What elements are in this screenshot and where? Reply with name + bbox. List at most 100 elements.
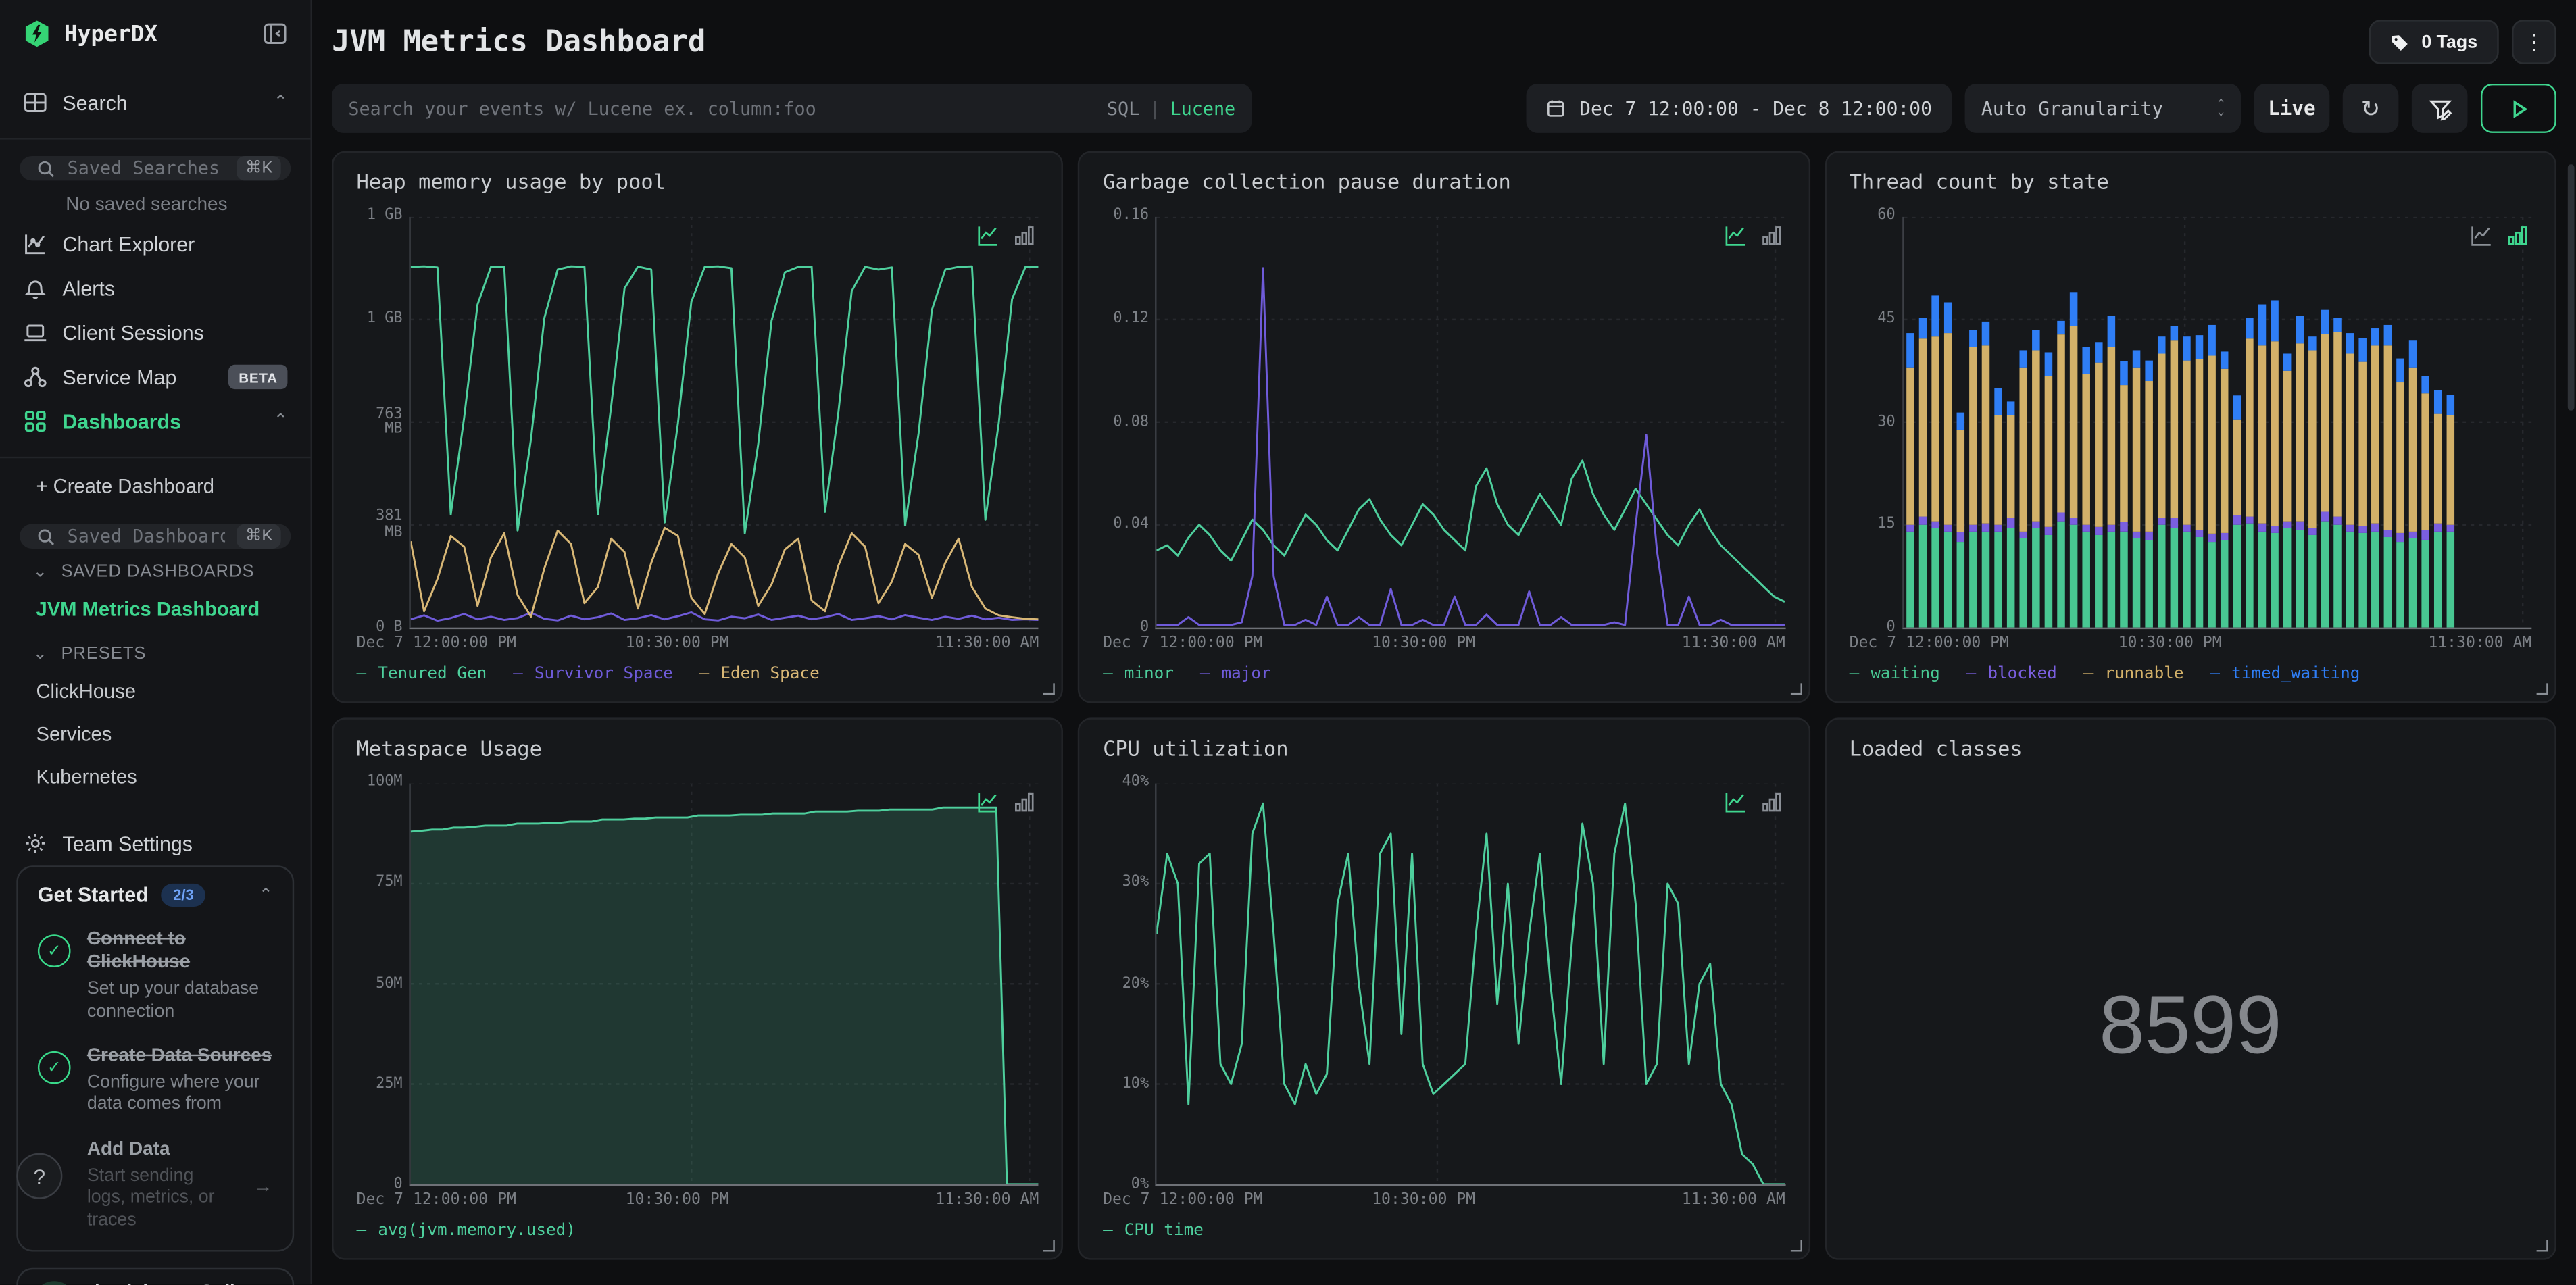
chevron-up-icon[interactable]: ⌃ (274, 94, 287, 112)
legend-label: CPU time (1124, 1221, 1204, 1240)
line-chart-icon[interactable] (978, 792, 999, 813)
sql-option[interactable]: SQL (1107, 98, 1139, 120)
bar-chart-icon[interactable] (1760, 225, 1782, 247)
chart-title: CPU utilization (1103, 736, 1289, 761)
resize-handle[interactable] (1043, 683, 1056, 695)
nav-label: Client Sessions (62, 321, 204, 345)
y-tick-label: 45 (1877, 310, 1896, 327)
legend-item[interactable]: — blocked (1966, 664, 2057, 682)
check-circle-icon: ✓ (37, 1051, 71, 1085)
sidebar-item-chart-explorer[interactable]: Chart Explorer (0, 222, 310, 266)
bar-chart-icon[interactable] (1760, 792, 1782, 813)
tags-label: 0 Tags (2421, 32, 2478, 52)
legend-item[interactable]: — Tenured Gen (357, 664, 487, 682)
y-tick-label: 0.12 (1113, 310, 1149, 327)
filter-icon (2427, 96, 2452, 120)
service-map-icon (23, 365, 47, 389)
line-chart-icon[interactable] (1725, 792, 1746, 813)
filter-edit-button[interactable] (2411, 83, 2468, 133)
chevron-up-icon[interactable]: ⌃ (274, 412, 287, 430)
get-started-step-add-data[interactable]: Add Data Start sending logs, metrics, or… (38, 1138, 273, 1233)
line-chart-icon[interactable] (1725, 225, 1746, 247)
lucene-option[interactable]: Lucene (1170, 98, 1236, 120)
bar-chart-icon[interactable] (1014, 792, 1036, 813)
x-tick-label: 11:30:00 AM (1681, 1190, 1785, 1209)
resize-handle[interactable] (1043, 1240, 1056, 1252)
line-chart-icon[interactable] (978, 225, 999, 247)
sidebar-item-jvm-dashboard[interactable]: JVM Metrics Dashboard (0, 588, 310, 630)
dashboards-icon (23, 409, 47, 433)
resize-handle[interactable] (1790, 1240, 1802, 1252)
legend-item[interactable]: — major (1200, 664, 1271, 682)
get-started-title: Get Started (37, 883, 149, 907)
y-tick-label: 1 GB (366, 310, 403, 327)
sidebar-item-kubernetes[interactable]: Kubernetes (0, 755, 310, 798)
saved-dashboards-input[interactable] (67, 525, 226, 547)
y-axis: 100M 75M 50M 25M 0 (357, 774, 410, 1193)
resize-handle[interactable] (2536, 683, 2548, 695)
sidebar-item-clickhouse[interactable]: ClickHouse (0, 670, 310, 713)
tags-button[interactable]: 0 Tags (2369, 20, 2499, 64)
get-started-step-connect[interactable]: ✓ Connect to ClickHouse Set up your data… (37, 928, 273, 1024)
chart-plot[interactable] (1155, 216, 1785, 630)
x-tick-label: Dec 7 12:00:00 PM (356, 634, 516, 653)
legend-item[interactable]: — avg(jvm.memory.used) (357, 1221, 576, 1240)
sidebar-item-client-sessions[interactable]: Client Sessions (0, 310, 310, 355)
sidebar-item-services[interactable]: Services (0, 713, 310, 755)
help-button[interactable]: ? (16, 1153, 63, 1199)
legend-item[interactable]: — Survivor Space (513, 664, 673, 682)
sidebar-item-service-map[interactable]: Service Map BETA (0, 355, 310, 399)
chevron-up-icon[interactable]: ⌃ (259, 886, 272, 905)
y-tick-label: 25M (376, 1076, 403, 1092)
create-dashboard-button[interactable]: + Create Dashboard (0, 458, 310, 507)
sidebar-section-search[interactable]: Search ⌃ (0, 80, 310, 125)
legend-item[interactable]: — timed_waiting (2210, 664, 2360, 682)
granularity-select[interactable]: Auto Granularity ⌃ ⌄ (1964, 83, 2241, 133)
bar-chart-icon[interactable] (2507, 225, 2529, 247)
query-language-toggle[interactable]: SQL | Lucene (1107, 98, 1235, 120)
resize-handle[interactable] (2536, 1240, 2548, 1252)
chart-title: Heap memory usage by pool (356, 169, 666, 194)
no-saved-searches-text: No saved searches (66, 195, 228, 216)
run-query-button[interactable] (2480, 83, 2556, 133)
group-label: SAVED DASHBOARDS (61, 561, 255, 582)
live-button[interactable]: Live (2254, 83, 2330, 133)
x-tick-label: Dec 7 12:00:00 PM (1103, 1190, 1263, 1209)
user-menu[interactable]: D dominic.tran@clic... dominic.tran@clic… (16, 1267, 295, 1285)
bar-chart-icon[interactable] (1014, 225, 1036, 247)
event-search-wrap: SQL | Lucene (332, 83, 1252, 133)
chart-plot[interactable] (409, 783, 1039, 1186)
legend-item[interactable]: — waiting (1850, 664, 1940, 682)
kebab-menu-button[interactable]: ⋮ (2512, 20, 2556, 64)
chart-plot[interactable] (1155, 783, 1785, 1186)
refresh-button[interactable]: ↻ (2342, 83, 2399, 133)
legend-item[interactable]: — minor (1103, 664, 1174, 682)
chart-plot[interactable] (1902, 216, 2532, 630)
legend-item[interactable]: — Eden Space (699, 664, 820, 682)
sidebar-item-dashboards[interactable]: Dashboards ⌃ (0, 399, 310, 444)
y-tick-label: 1 GB (366, 207, 403, 224)
group-saved-dashboards[interactable]: ⌄ SAVED DASHBOARDS (0, 549, 310, 588)
panel-metaspace: Metaspace Usage 100M 75M 50M 25M 0 Dec 7 12:… (332, 717, 1064, 1260)
chart-plot[interactable] (409, 216, 1039, 630)
collapse-sidebar-icon[interactable] (263, 22, 287, 46)
saved-searches-input[interactable] (67, 157, 226, 179)
scrollbar[interactable] (2567, 164, 2575, 411)
shortcut-badge: ⌘K (237, 155, 281, 181)
date-range-picker[interactable]: Dec 7 12:00:00 - Dec 8 12:00:00 (1527, 83, 1952, 133)
legend-swatch: — (356, 1221, 367, 1240)
line-chart-icon[interactable] (2471, 225, 2492, 247)
event-search-input[interactable] (348, 97, 1094, 120)
dashboard-grid: Heap memory usage by pool 1 GB 1 GB 763 MB… (312, 133, 2576, 1260)
chevron-updown-icon: ⌃ ⌄ (2217, 97, 2225, 119)
get-started-step-sources[interactable]: ✓ Create Data Sources Configure where yo… (37, 1045, 273, 1117)
x-tick-label: 11:30:00 AM (935, 634, 1039, 653)
sidebar-item-team-settings[interactable]: Team Settings (0, 822, 310, 866)
sidebar-item-alerts[interactable]: Alerts (0, 266, 310, 311)
legend-item[interactable]: — CPU time (1103, 1221, 1204, 1240)
resize-handle[interactable] (1790, 683, 1802, 695)
sidebar-search-label: Search (62, 91, 128, 114)
legend-item[interactable]: — runnable (2083, 664, 2184, 682)
group-presets[interactable]: ⌄ PRESETS (0, 631, 310, 670)
avatar: D (32, 1280, 76, 1285)
